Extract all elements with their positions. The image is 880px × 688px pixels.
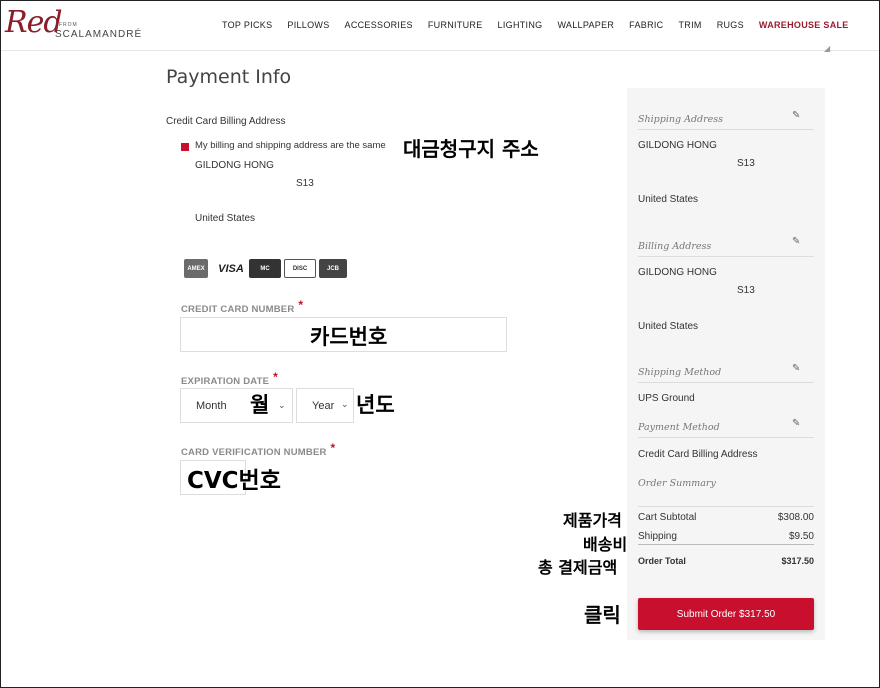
nav-lighting[interactable]: LIGHTING [498,20,543,30]
same-address-checkbox[interactable] [181,143,189,151]
shipping-row: Shipping $9.50 [638,531,814,542]
page-title: Payment Info [166,66,292,88]
annotation-total-payment: 총 결제금액 [538,558,618,577]
year-select-value: Year [312,399,335,412]
nav-rugs[interactable]: RUGS [717,20,744,30]
month-select-value: Month [196,399,227,412]
nav-top-picks[interactable]: TOP PICKS [222,20,272,30]
annotation-product-price: 제품가격 [563,511,622,530]
billing-country: United States [195,213,256,224]
divider [638,382,814,383]
shipping-method-heading: Shipping Method [638,367,722,378]
subtotal-label: Cart Subtotal [638,512,697,523]
nav-trim[interactable]: TRIM [678,20,701,30]
discover-icon: DISC [284,259,316,278]
edit-shipping-method-icon[interactable]: ✎ [792,363,800,374]
divider [638,544,814,545]
nav-fabric[interactable]: FABRIC [629,20,663,30]
chevron-down-icon: ⌄ [278,400,286,410]
subtotal-value: $308.00 [777,512,814,523]
payment-method-heading: Payment Method [638,422,720,433]
required-mark: * [273,370,279,384]
subtotal-row: Cart Subtotal $308.00 [638,512,814,523]
shipping-method-value: UPS Ground [638,393,695,404]
logo-script: Red [5,5,63,40]
annotation-year: 년도 [356,393,395,417]
card-logos: AMEX VISA MC DISC JCB [184,259,350,278]
nav-warehouse-sale[interactable]: WAREHOUSE SALE [759,20,849,30]
annotation-shipping-fee: 배송비 [583,535,628,554]
expiration-label-text: EXPIRATION DATE [181,376,270,387]
site-header: Red FROM SCALAMANDRÉ TOP PICKS PILLOWS A… [1,1,879,53]
nav-furniture[interactable]: FURNITURE [428,20,483,30]
brand-logo[interactable]: Red FROM SCALAMANDRÉ [5,5,141,45]
billing-heading: Credit Card Billing Address [166,116,286,127]
logo-brand: SCALAMANDRÉ [55,29,143,40]
nav-pillows[interactable]: PILLOWS [287,20,329,30]
order-total-label: Order Total [638,556,686,566]
cc-number-label: CREDIT CARD NUMBER * [181,298,304,315]
billing-name: GILDONG HONG [195,160,274,171]
required-mark: * [330,441,336,455]
order-summary-sidebar: Shipping Address ✎ GILDONG HONG S13 Unit… [627,88,825,640]
ship-country: United States [638,194,699,205]
divider [638,129,814,130]
payment-method-value: Credit Card Billing Address [638,449,758,460]
shipping-value: $9.50 [788,531,814,542]
order-total-value: $317.50 [781,556,814,566]
bill-country: United States [638,321,699,332]
divider [638,256,814,257]
edit-payment-method-icon[interactable]: ✎ [792,418,800,429]
main-nav: TOP PICKS PILLOWS ACCESSORIES FURNITURE … [222,20,864,30]
bill-name: GILDONG HONG [638,267,717,278]
cvv-label: CARD VERIFICATION NUMBER * [181,441,336,458]
cvv-label-text: CARD VERIFICATION NUMBER [181,447,327,458]
visa-icon: VISA [216,259,246,278]
ship-unit: S13 [737,158,755,169]
expiration-label: EXPIRATION DATE * [181,370,279,387]
annotation-cvc: CVC번호 [187,468,281,494]
year-select[interactable]: Year ⌄ [296,388,354,423]
scroll-caret-icon: ◢ [824,44,831,53]
annotation-month: 월 [250,393,270,417]
logo-from: FROM [59,22,78,28]
order-summary-heading: Order Summary [638,478,716,489]
order-total-row: Order Total $317.50 [638,556,814,566]
billing-address-heading: Billing Address [638,241,712,252]
annotation-card-number: 카드번호 [310,325,388,349]
jcb-icon: JCB [319,259,347,278]
divider [638,506,814,507]
edit-billing-address-icon[interactable]: ✎ [792,236,800,247]
submit-order-button[interactable]: Submit Order $317.50 [638,598,814,630]
chevron-down-icon: ⌄ [341,399,349,409]
cc-number-label-text: CREDIT CARD NUMBER [181,304,295,315]
shipping-label: Shipping [638,531,677,542]
month-select[interactable]: Month ⌄ [180,388,293,423]
billing-unit: S13 [296,178,314,189]
annotation-billing-address: 대금청구지 주소 [403,137,539,161]
nav-accessories[interactable]: ACCESSORIES [345,20,413,30]
annotation-click: 클릭 [584,603,621,627]
required-mark: * [298,298,304,312]
amex-icon: AMEX [184,259,208,278]
ship-name: GILDONG HONG [638,140,717,151]
divider [638,437,814,438]
nav-wallpaper[interactable]: WALLPAPER [557,20,614,30]
same-address-label[interactable]: My billing and shipping address are the … [195,140,386,151]
bill-unit: S13 [737,285,755,296]
edit-shipping-address-icon[interactable]: ✎ [792,110,800,121]
mastercard-icon: MC [249,259,281,278]
shipping-address-heading: Shipping Address [638,114,724,125]
